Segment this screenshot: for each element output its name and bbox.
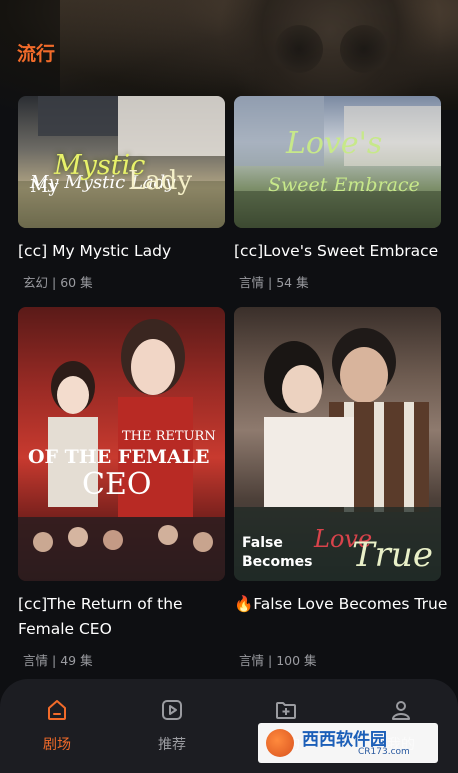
drama-meta: 言情 | 54 集 bbox=[239, 272, 309, 291]
poster-title-true: True bbox=[352, 535, 433, 575]
poster-title-ceo: CEO bbox=[82, 467, 152, 502]
poster-title-the-return: THE RETURN bbox=[122, 429, 216, 444]
drama-meta: 言情 | 100 集 bbox=[239, 650, 317, 669]
nav-label-theater: 剧场 bbox=[43, 737, 71, 753]
poster-title-sweet-embrace: Sweet Embrace bbox=[268, 174, 420, 196]
poster-title-false: False bbox=[242, 535, 283, 551]
drama-meta: 言情 | 49 集 bbox=[23, 650, 93, 669]
poster-title-loves: Love's bbox=[286, 126, 383, 161]
watermark-sub: CR173.com bbox=[358, 747, 410, 757]
poster-art bbox=[234, 96, 441, 228]
folder-plus-icon bbox=[276, 702, 296, 719]
watermark: 西西软件园 CR173.com bbox=[258, 723, 438, 763]
drama-episodes: 60 集 bbox=[60, 275, 93, 290]
nav-item-theater[interactable]: 剧场 bbox=[7, 679, 107, 773]
meta-separator: | bbox=[52, 653, 57, 668]
meta-separator: | bbox=[52, 275, 57, 290]
poster-title-becomes: Becomes bbox=[242, 554, 313, 570]
drama-episodes: 49 集 bbox=[60, 653, 93, 668]
play-icon bbox=[162, 700, 182, 720]
watermark-logo-icon bbox=[266, 729, 294, 757]
drama-title[interactable]: [cc]The Return of the Female CEO bbox=[18, 592, 233, 642]
drama-grid: My Mystic Lady Mystic Lady My [cc] My My… bbox=[0, 0, 458, 773]
drama-episodes: 54 集 bbox=[276, 275, 309, 290]
drama-episodes: 100 集 bbox=[276, 653, 317, 668]
drama-poster[interactable]: My Mystic Lady Mystic Lady My bbox=[18, 96, 225, 228]
nav-item-recommend[interactable]: 推荐 bbox=[122, 679, 222, 773]
drama-poster[interactable]: Love's Sweet Embrace bbox=[234, 96, 441, 228]
home-icon bbox=[48, 700, 66, 720]
drama-genre: 言情 bbox=[239, 275, 265, 290]
drama-genre: 言情 bbox=[239, 653, 265, 668]
drama-title[interactable]: 🔥False Love Becomes True bbox=[234, 592, 449, 617]
meta-separator: | bbox=[268, 653, 273, 668]
drama-meta: 玄幻 | 60 集 bbox=[23, 272, 93, 291]
drama-genre: 言情 bbox=[23, 653, 49, 668]
drama-title[interactable]: [cc]Love's Sweet Embrace bbox=[234, 239, 449, 264]
drama-title[interactable]: [cc] My Mystic Lady bbox=[18, 239, 233, 264]
drama-genre: 玄幻 bbox=[23, 275, 49, 290]
drama-poster[interactable]: THE RETURN OF THE FEMALE CEO bbox=[18, 307, 225, 581]
meta-separator: | bbox=[268, 275, 273, 290]
poster-art bbox=[18, 319, 225, 581]
nav-label-recommend: 推荐 bbox=[158, 737, 186, 753]
user-icon bbox=[392, 701, 410, 720]
poster-title-of-the-female: OF THE FEMALE bbox=[28, 446, 210, 468]
drama-poster[interactable]: False Love Becomes True bbox=[234, 307, 441, 581]
